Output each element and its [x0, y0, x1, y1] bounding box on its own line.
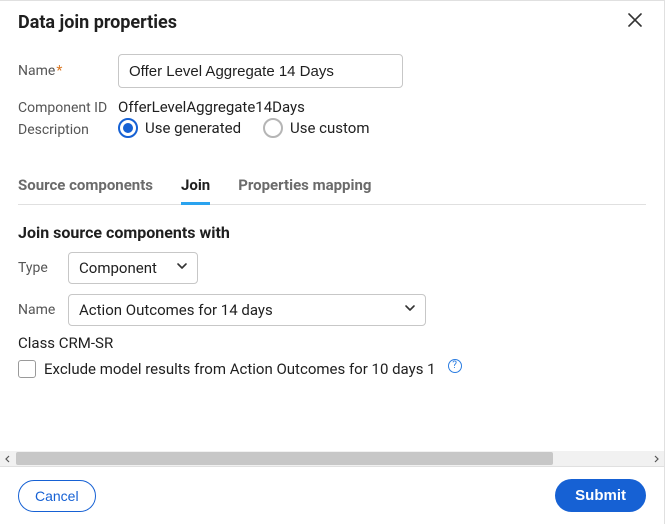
type-label: Type	[18, 260, 68, 276]
type-row: Type Component	[18, 252, 646, 284]
join-name-row: Name Action Outcomes for 14 days	[18, 294, 646, 326]
class-label: Class	[18, 334, 55, 352]
modal-title: Data join properties	[18, 12, 177, 33]
component-id-row: Component ID OfferLevelAggregate14Days	[18, 98, 646, 116]
modal-header: Data join properties	[0, 1, 664, 40]
chevron-down-icon	[175, 259, 189, 277]
scroll-right-icon[interactable]	[648, 451, 664, 466]
description-row: Description Use generated Use custom	[18, 122, 646, 138]
cancel-button[interactable]: Cancel	[18, 480, 96, 512]
tab-source-components[interactable]: Source components	[18, 168, 153, 204]
class-row: Class CRM-SR	[18, 334, 646, 352]
tab-properties-mapping[interactable]: Properties mapping	[238, 168, 371, 204]
close-icon[interactable]	[624, 9, 646, 36]
radio-icon	[118, 118, 138, 138]
scrollbar-track[interactable]	[16, 451, 648, 466]
modal-footer: Cancel Submit	[0, 466, 664, 524]
type-select[interactable]: Component	[68, 252, 198, 284]
exclude-checkbox[interactable]	[18, 360, 36, 378]
description-label: Description	[18, 122, 118, 138]
scrollbar-thumb[interactable]	[16, 452, 553, 465]
name-input[interactable]	[118, 54, 403, 88]
name-label-text: Name	[18, 63, 55, 79]
component-id-value: OfferLevelAggregate14Days	[118, 98, 305, 116]
radio-custom-label: Use custom	[290, 119, 369, 137]
scroll-left-icon[interactable]	[0, 451, 16, 466]
description-radio-group: Use generated Use custom	[118, 118, 370, 138]
chevron-down-icon	[403, 301, 417, 319]
join-name-value: Action Outcomes for 14 days	[79, 301, 273, 319]
submit-button[interactable]: Submit	[555, 479, 646, 512]
type-select-value: Component	[79, 259, 157, 277]
radio-icon	[263, 118, 283, 138]
tab-bar: Source components Join Properties mappin…	[18, 168, 646, 205]
modal-body: Name* Component ID OfferLevelAggregate14…	[0, 40, 664, 466]
required-asterisk-icon: *	[56, 63, 62, 79]
help-icon[interactable]: ?	[448, 359, 462, 373]
name-label: Name*	[18, 63, 118, 79]
horizontal-scrollbar[interactable]	[0, 451, 664, 466]
data-join-properties-modal: Data join properties Name* Component ID …	[0, 0, 665, 524]
join-section-title: Join source components with	[18, 223, 646, 242]
name-row: Name*	[18, 54, 646, 88]
exclude-row: Exclude model results from Action Outcom…	[18, 360, 646, 378]
tab-join[interactable]: Join	[181, 168, 210, 204]
radio-use-generated[interactable]: Use generated	[118, 118, 241, 138]
join-name-select[interactable]: Action Outcomes for 14 days	[68, 294, 426, 326]
join-name-label: Name	[18, 302, 68, 318]
radio-generated-label: Use generated	[145, 119, 241, 137]
radio-use-custom[interactable]: Use custom	[263, 118, 369, 138]
exclude-label: Exclude model results from Action Outcom…	[44, 360, 436, 378]
class-value: CRM-SR	[59, 334, 113, 352]
component-id-label: Component ID	[18, 100, 118, 116]
